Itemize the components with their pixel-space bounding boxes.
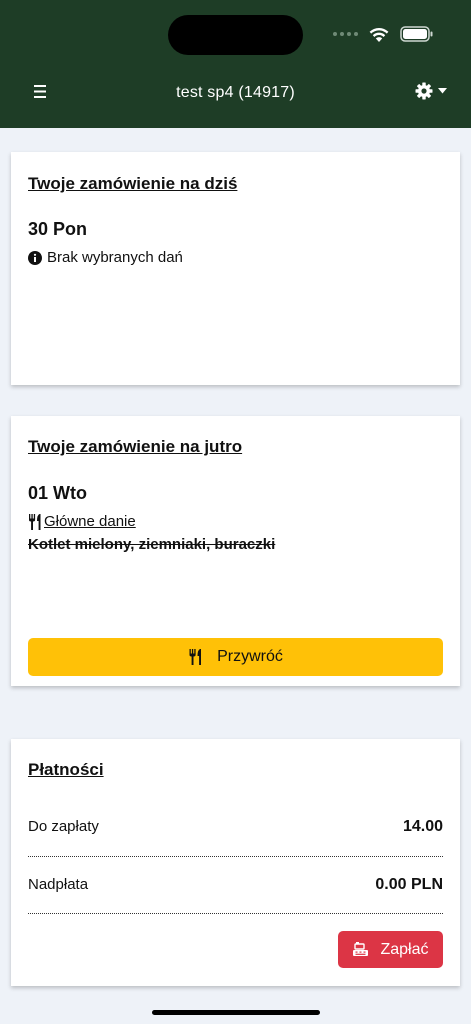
no-dishes-text: Brak wybranych dań — [47, 249, 183, 266]
payments-title: Płatności — [28, 760, 104, 779]
tomorrow-order-card: Twoje zamówienie na jutro 01 Wto Główne … — [11, 416, 460, 686]
no-dishes-info: Brak wybranych dań — [28, 249, 183, 266]
dish-category[interactable]: Główne danie — [28, 513, 136, 530]
info-circle-icon — [28, 250, 42, 265]
pay-button[interactable]: Zapłać — [338, 931, 443, 968]
tomorrow-order-title: Twoje zamówienie na jutro — [28, 437, 243, 456]
status-bar-icons — [333, 24, 434, 44]
utensils-icon — [189, 649, 202, 665]
restore-button-label: Przywróć — [217, 648, 283, 665]
dynamic-island — [168, 15, 303, 55]
battery-icon — [400, 26, 433, 42]
wifi-icon — [369, 27, 389, 42]
dish-name-cancelled: Kotlet mielony, ziemniaki, buraczki — [28, 536, 276, 553]
amount-due-value: 14.00 — [402, 818, 443, 835]
restore-button[interactable]: Przywróć — [28, 638, 443, 676]
today-order-card: Twoje zamówienie na dziś 30 Pon Brak wyb… — [11, 152, 460, 385]
dish-category-label: Główne danie — [44, 513, 136, 530]
gear-icon[interactable] — [414, 81, 434, 101]
caret-down-icon[interactable] — [438, 88, 447, 94]
overpayment-label: Nadpłata — [28, 876, 89, 893]
pay-button-label: Zapłać — [380, 940, 429, 958]
app-header: test sp4 (14917) — [0, 0, 471, 128]
overpayment-value: 0.00 PLN — [375, 876, 443, 893]
settings-dropdown[interactable] — [414, 81, 447, 101]
today-day-label: 30 Pon — [28, 219, 88, 239]
amount-due-row: Do zapłaty 14.00 — [28, 818, 443, 836]
tomorrow-day-label: 01 Wto — [28, 483, 88, 503]
amount-due-label: Do zapłaty — [28, 818, 99, 835]
cellular-signal-icon — [333, 32, 358, 36]
page-title: test sp4 (14917) — [176, 84, 295, 101]
today-order-title: Twoje zamówienie na dziś — [28, 174, 238, 193]
overpayment-row: Nadpłata 0.00 PLN — [28, 876, 443, 894]
payments-card: Płatności Do zapłaty 14.00 Nadpłata 0.00… — [11, 739, 460, 986]
cash-register-icon — [353, 942, 369, 956]
divider — [28, 856, 443, 857]
divider — [28, 913, 443, 914]
home-indicator[interactable] — [152, 1010, 320, 1015]
utensils-icon — [29, 513, 41, 530]
